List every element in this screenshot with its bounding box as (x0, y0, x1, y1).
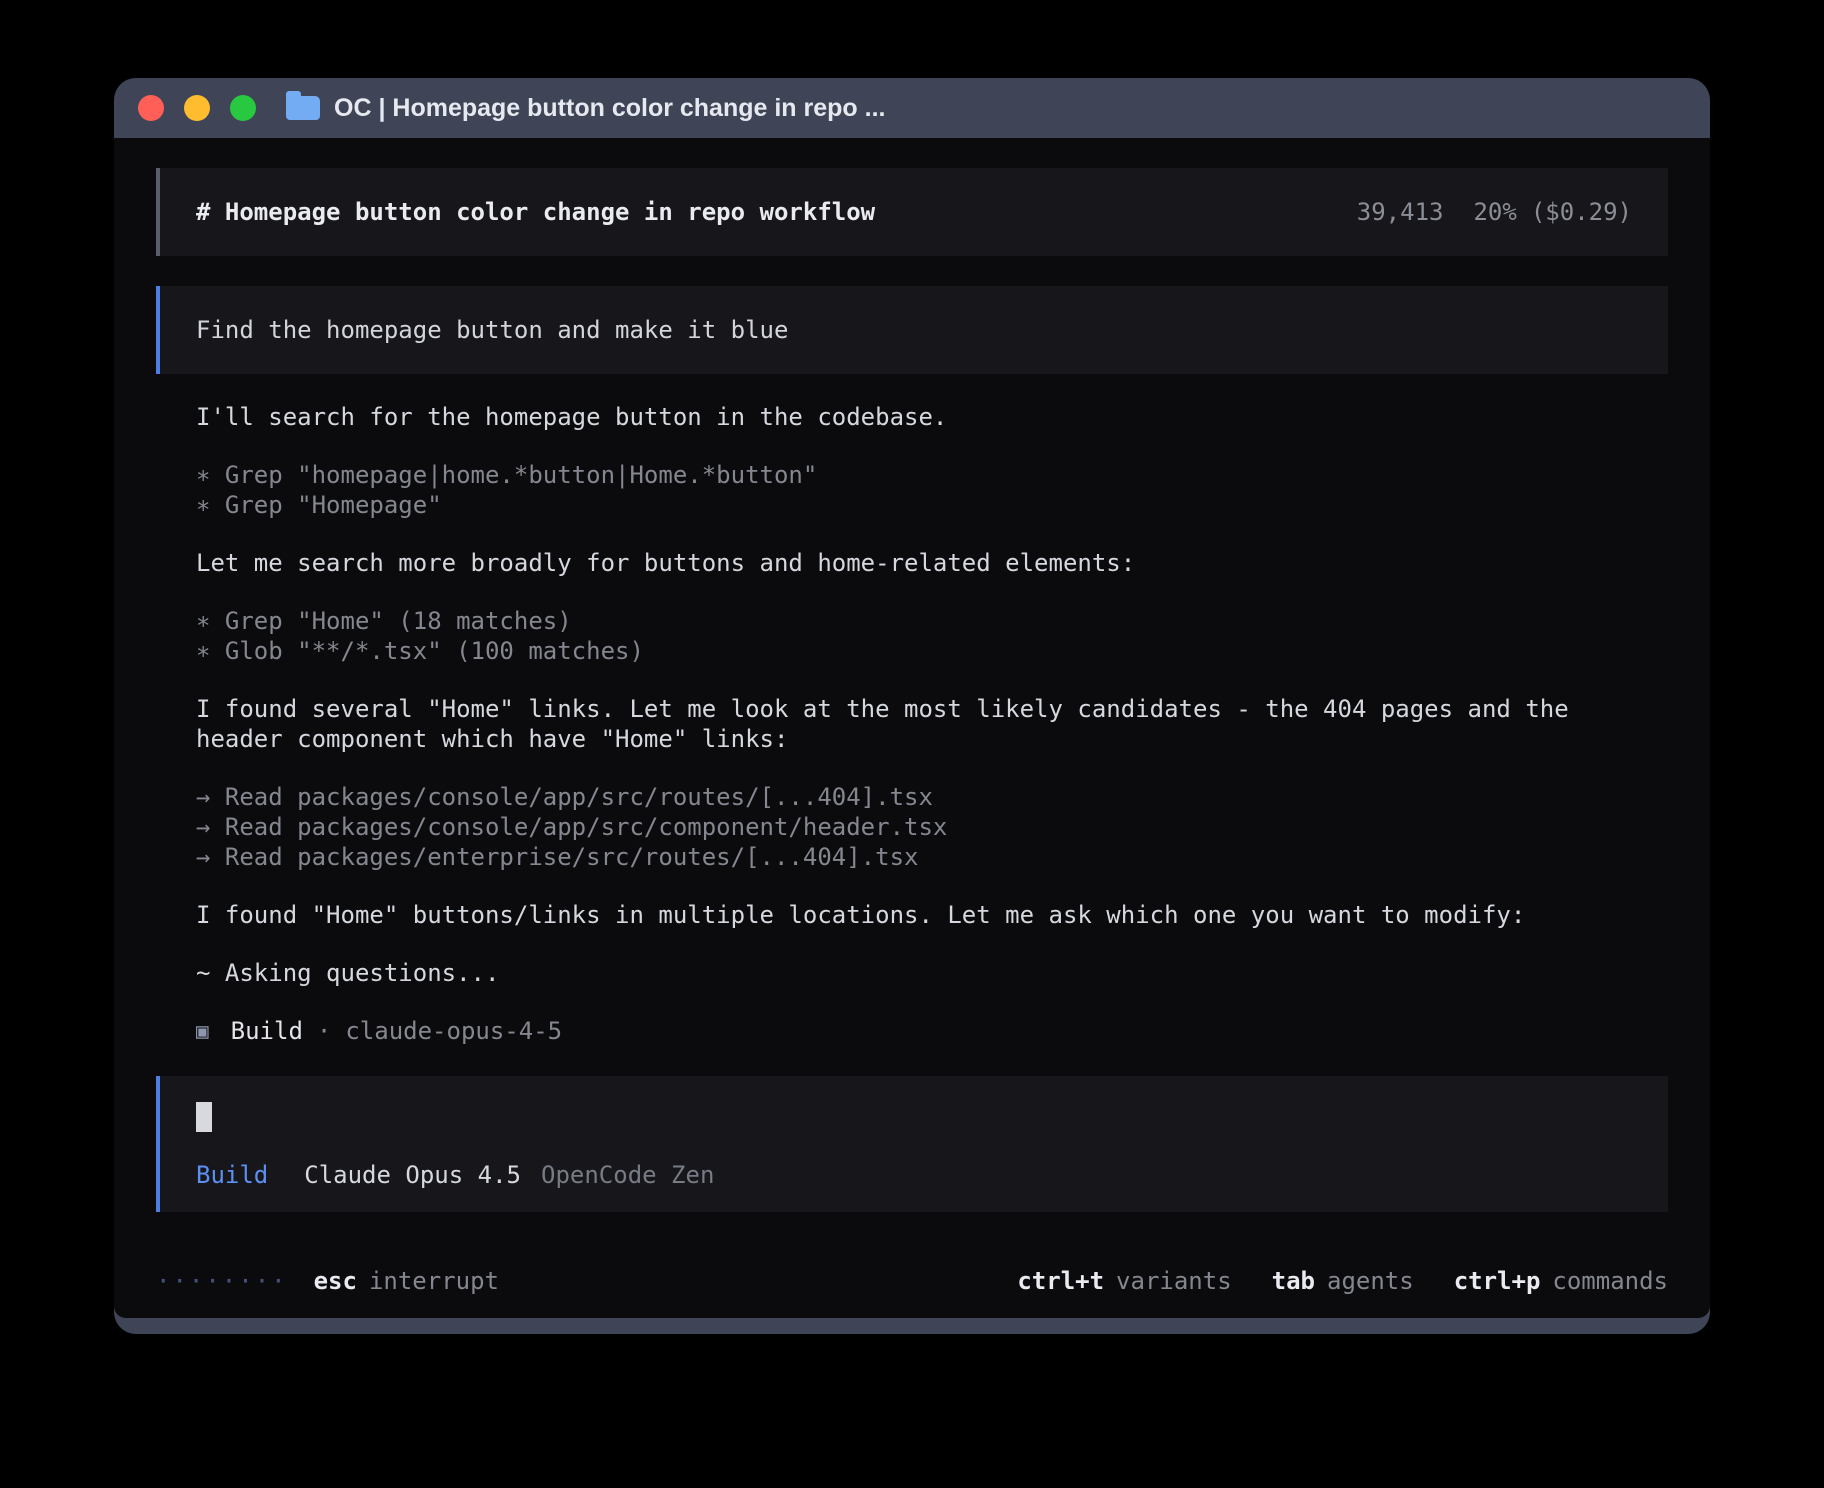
session-title: # Homepage button color change in repo w… (196, 197, 875, 227)
agent-name: Build (231, 1016, 303, 1046)
folder-icon (286, 96, 320, 120)
agent-status: ▣ Build · claude-opus-4-5 (156, 1016, 1668, 1046)
transcript-line: I found several "Home" links. Let me loo… (196, 694, 1618, 754)
hints-right: ctrl+t variants tab agents ctrl+p commands (977, 1266, 1668, 1296)
hint-label: agents (1327, 1267, 1414, 1295)
transcript: I'll search for the homepage button in t… (156, 402, 1668, 1016)
agent-separator: · (317, 1016, 331, 1046)
session-stats: 39,413 20% ($0.29) (1357, 197, 1632, 227)
user-message-text: Find the homepage button and make it blu… (196, 315, 788, 345)
agent-icon: ▣ (196, 1016, 209, 1046)
traffic-lights (138, 95, 256, 121)
hint-key: esc (314, 1267, 357, 1295)
minimize-button[interactable] (184, 95, 210, 121)
transcript-line: → Read packages/console/app/src/routes/[… (196, 782, 1618, 812)
input-footer: Build Claude Opus 4.5 OpenCode Zen (196, 1160, 1632, 1190)
hints-left: esc interrupt (314, 1266, 499, 1296)
model-label: Claude Opus 4.5 (304, 1160, 521, 1190)
transcript-line: → Read packages/enterprise/src/routes/[.… (196, 842, 1618, 872)
hint-label: commands (1552, 1267, 1668, 1295)
terminal-window: OC | Homepage button color change in rep… (114, 78, 1710, 1334)
window-title: OC | Homepage button color change in rep… (334, 94, 885, 123)
text-cursor (196, 1102, 212, 1132)
provider-label: OpenCode Zen (541, 1160, 714, 1190)
transcript-group: ~ Asking questions... (196, 958, 1618, 988)
hint-key: ctrl+t (1017, 1267, 1104, 1295)
spinner-dots: ········ (156, 1266, 288, 1296)
zoom-button[interactable] (230, 95, 256, 121)
transcript-line: ∗ Grep "Home" (18 matches) (196, 606, 1618, 636)
session-header: # Homepage button color change in repo w… (156, 168, 1668, 256)
transcript-group: Let me search more broadly for buttons a… (196, 548, 1618, 578)
transcript-line: I'll search for the homepage button in t… (196, 402, 1618, 432)
close-button[interactable] (138, 95, 164, 121)
status-bar: ········ esc interrupt ctrl+t variants taba… (156, 1266, 1668, 1296)
hint-key: tab (1272, 1267, 1315, 1295)
transcript-group: → Read packages/console/app/src/routes/[… (196, 782, 1618, 872)
transcript-line: ∗ Grep "Homepage" (196, 490, 1618, 520)
window-titlebar[interactable]: OC | Homepage button color change in rep… (114, 78, 1710, 138)
session-cost: ($0.29) (1531, 198, 1632, 226)
hint-label: interrupt (369, 1267, 499, 1295)
transcript-group: I found several "Home" links. Let me loo… (196, 694, 1618, 754)
transcript-line: ~ Asking questions... (196, 958, 1618, 988)
token-count: 39,413 (1357, 198, 1444, 226)
transcript-line: ∗ Glob "**/*.tsx" (100 matches) (196, 636, 1618, 666)
hint-key: ctrl+p (1454, 1267, 1541, 1295)
hint-label: variants (1116, 1267, 1232, 1295)
keyboard-hint: ctrl+t variants (1017, 1267, 1231, 1295)
transcript-line: → Read packages/console/app/src/componen… (196, 812, 1618, 842)
transcript-line: I found "Home" buttons/links in multiple… (196, 900, 1618, 930)
transcript-group: ∗ Grep "homepage|home.*button|Home.*butt… (196, 460, 1618, 520)
mode-label[interactable]: Build (196, 1160, 268, 1190)
terminal-content: # Homepage button color change in repo w… (114, 138, 1710, 1318)
agent-model: claude-opus-4-5 (345, 1016, 562, 1046)
keyboard-hint: esc interrupt (314, 1267, 499, 1295)
transcript-group: ∗ Grep "Home" (18 matches)∗ Glob "**/*.t… (196, 606, 1618, 666)
transcript-group: I found "Home" buttons/links in multiple… (196, 900, 1618, 930)
status-bar-left: ········ esc interrupt (156, 1266, 499, 1296)
transcript-line: ∗ Grep "homepage|home.*button|Home.*butt… (196, 460, 1618, 490)
transcript-group: I'll search for the homepage button in t… (196, 402, 1618, 432)
user-message: Find the homepage button and make it blu… (156, 286, 1668, 374)
context-percent: 20% (1473, 198, 1516, 226)
transcript-line: Let me search more broadly for buttons a… (196, 548, 1618, 578)
keyboard-hint: ctrl+p commands (1454, 1267, 1668, 1295)
keyboard-hint: tab agents (1272, 1267, 1414, 1295)
prompt-input[interactable]: Build Claude Opus 4.5 OpenCode Zen (156, 1076, 1668, 1212)
